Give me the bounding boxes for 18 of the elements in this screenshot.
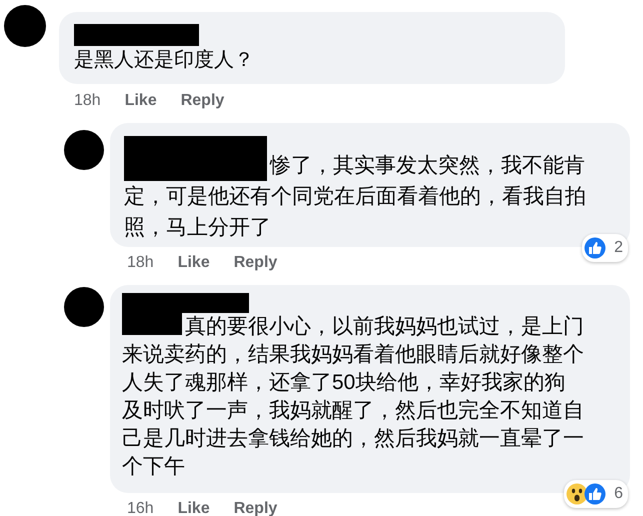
avatar bbox=[64, 130, 104, 170]
timestamp: 18h bbox=[127, 253, 154, 273]
like-link[interactable]: Like bbox=[124, 89, 157, 113]
reactions-badge[interactable]: 6 bbox=[564, 480, 628, 508]
avatar bbox=[64, 287, 104, 327]
reactions-badge[interactable]: 2 bbox=[582, 234, 628, 262]
reply-link[interactable]: Reply bbox=[180, 89, 224, 113]
like-link[interactable]: Like bbox=[178, 497, 210, 516]
avatar bbox=[4, 5, 46, 47]
reaction-count: 2 bbox=[614, 238, 623, 258]
reply-text: 真的要很小心，以前我妈妈也试过，是上门来说卖药的，结果我妈妈看着他眼睛后就好像整个人失了魂那样，还拿了50块给他，幸好我家的狗及时吠了一声，我妈就醒了，然后也完全不知道自己是几时进去拿钱给她的，然后我妈就一直晕了一个下午 bbox=[122, 313, 585, 480]
reply-link[interactable]: Reply bbox=[234, 251, 278, 275]
comment-text: 是黑人还是印度人？ bbox=[74, 48, 255, 73]
reply-link[interactable]: Reply bbox=[234, 497, 278, 516]
like-link[interactable]: Like bbox=[178, 251, 210, 275]
reaction-count: 6 bbox=[614, 484, 623, 504]
timestamp: 16h bbox=[127, 499, 154, 516]
timestamp: 18h bbox=[74, 91, 101, 111]
